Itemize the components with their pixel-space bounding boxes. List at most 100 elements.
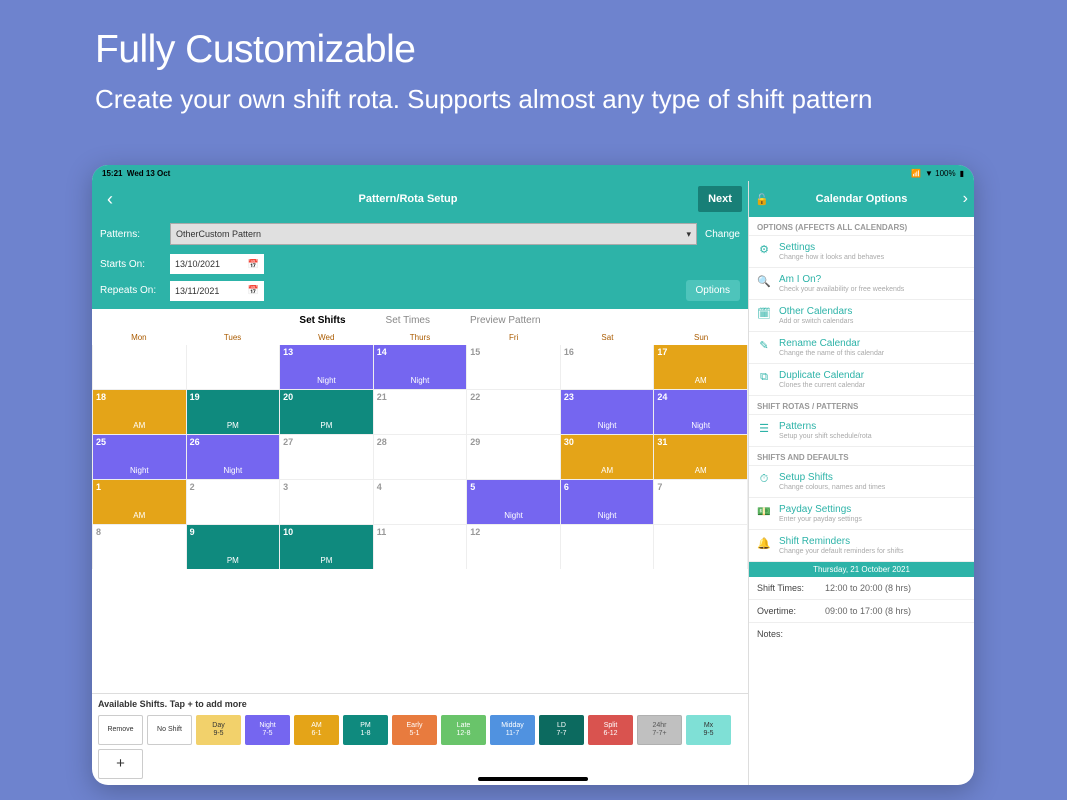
cell-number: 2 bbox=[190, 482, 195, 492]
calendar-cell[interactable]: 10PM bbox=[280, 525, 373, 569]
cell-number: 16 bbox=[564, 347, 574, 357]
calendar-cell[interactable]: 27 bbox=[280, 435, 373, 479]
calendar-cell[interactable] bbox=[93, 345, 186, 389]
option-item[interactable]: 🔍Am I On?Check your availability or free… bbox=[749, 268, 974, 300]
calendar-cell[interactable]: 29 bbox=[467, 435, 560, 479]
calendar-cell[interactable]: 7 bbox=[654, 480, 747, 524]
tab-preview-pattern[interactable]: Preview Pattern bbox=[470, 315, 541, 326]
cell-number: 11 bbox=[377, 527, 387, 537]
calendar-cell[interactable]: 1AM bbox=[93, 480, 186, 524]
cell-shift-label: AM bbox=[133, 421, 145, 434]
shift-chip[interactable]: 24hr7-7+ bbox=[637, 715, 682, 745]
shift-chip[interactable]: Late12-8 bbox=[441, 715, 486, 745]
shift-times-label: Shift Times: bbox=[757, 583, 825, 593]
shift-chip[interactable]: No Shift bbox=[147, 715, 192, 745]
calendar-cell[interactable] bbox=[654, 525, 747, 569]
repeats-on-input[interactable]: 13/11/2021 📅 bbox=[170, 281, 264, 301]
calendar-cell[interactable]: 6Night bbox=[561, 480, 654, 524]
shift-chip[interactable]: Midday11-7 bbox=[490, 715, 535, 745]
calendar-cell[interactable]: 20PM bbox=[280, 390, 373, 434]
chip-title: Night bbox=[259, 722, 275, 730]
shift-chip[interactable]: LD7-7 bbox=[539, 715, 584, 745]
calendar-cell[interactable]: 5Night bbox=[467, 480, 560, 524]
cell-number: 30 bbox=[564, 437, 574, 447]
tab-set-shifts[interactable]: Set Shifts bbox=[299, 315, 345, 326]
calendar-cell[interactable] bbox=[561, 525, 654, 569]
lock-icon[interactable]: 🔓 bbox=[755, 193, 773, 206]
calendar-cell[interactable]: 12 bbox=[467, 525, 560, 569]
change-link[interactable]: Change bbox=[705, 229, 740, 240]
option-item[interactable]: ⚙SettingsChange how it looks and behaves bbox=[749, 236, 974, 268]
calendar-cell[interactable]: 26Night bbox=[187, 435, 280, 479]
option-item[interactable]: ⧉Duplicate CalendarClones the current ca… bbox=[749, 364, 974, 396]
option-item[interactable]: 🔔Shift RemindersChange your default remi… bbox=[749, 530, 974, 562]
overtime-label: Overtime: bbox=[757, 606, 825, 616]
shift-chip[interactable]: Early5-1 bbox=[392, 715, 437, 745]
calendar-cell[interactable]: 9PM bbox=[187, 525, 280, 569]
shift-chip[interactable]: Night7-5 bbox=[245, 715, 290, 745]
calendar-icon: 📅 bbox=[248, 285, 259, 296]
calendar-cell[interactable]: 16 bbox=[561, 345, 654, 389]
chip-title: Remove bbox=[107, 726, 133, 734]
calendar-cell[interactable]: 17AM bbox=[654, 345, 747, 389]
calendar-grid: 13Night14Night151617AM18AM19PM20PM212223… bbox=[92, 345, 748, 569]
calendar-cell[interactable]: 19PM bbox=[187, 390, 280, 434]
shift-chip[interactable]: Remove bbox=[98, 715, 143, 745]
day-header: Sun bbox=[654, 333, 748, 342]
calendar-cell[interactable]: 30AM bbox=[561, 435, 654, 479]
cell-number: 20 bbox=[283, 392, 293, 402]
shift-chip[interactable]: AM6-1 bbox=[294, 715, 339, 745]
calendar-cell[interactable]: 24Night bbox=[654, 390, 747, 434]
option-text: Am I On?Check your availability or free … bbox=[779, 274, 966, 293]
chip-sub: 11-7 bbox=[506, 730, 520, 738]
status-time: 15:21 bbox=[102, 169, 122, 178]
options-section-3: SHIFTS AND DEFAULTS bbox=[749, 447, 974, 466]
calendar-cell[interactable]: 31AM bbox=[654, 435, 747, 479]
option-item[interactable]: 🗓Other CalendarsAdd or switch calendars bbox=[749, 300, 974, 332]
cell-number: 28 bbox=[377, 437, 387, 447]
option-text: Shift RemindersChange your default remin… bbox=[779, 536, 966, 555]
shift-chip[interactable]: PM1-8 bbox=[343, 715, 388, 745]
cell-number: 18 bbox=[96, 392, 106, 402]
calendar-cell[interactable]: 11 bbox=[374, 525, 467, 569]
next-button[interactable]: Next bbox=[698, 186, 742, 212]
calendar-cell[interactable]: 4 bbox=[374, 480, 467, 524]
calendar-cell[interactable]: 15 bbox=[467, 345, 560, 389]
calendar-cell[interactable]: 13Night bbox=[280, 345, 373, 389]
shift-chip[interactable]: Split6-12 bbox=[588, 715, 633, 745]
option-item[interactable]: 💵Payday SettingsEnter your payday settin… bbox=[749, 498, 974, 530]
tablet-frame: 15:21 Wed 13 Oct 📶▼ 100%▮ ‹ Pattern/Rota… bbox=[92, 165, 974, 785]
promo-subtitle: Create your own shift rota. Supports alm… bbox=[95, 84, 873, 115]
event-date-bar: Thursday, 21 October 2021 bbox=[749, 562, 974, 577]
calendar-cell[interactable]: 2 bbox=[187, 480, 280, 524]
calendar-cell[interactable]: 8 bbox=[93, 525, 186, 569]
option-item[interactable]: ☰PatternsSetup your shift schedule/rota bbox=[749, 415, 974, 447]
shift-chip[interactable]: Mx9-5 bbox=[686, 715, 731, 745]
forward-button[interactable]: › bbox=[950, 190, 968, 208]
home-indicator[interactable] bbox=[478, 777, 588, 781]
calendar-cell[interactable]: 14Night bbox=[374, 345, 467, 389]
calendar-cell[interactable]: 25Night bbox=[93, 435, 186, 479]
day-header: Tues bbox=[186, 333, 280, 342]
shift-chips-row: Remove No ShiftDay9-5Night7-5AM6-1PM1-8Ea… bbox=[92, 711, 748, 785]
calendar-cell[interactable]: 28 bbox=[374, 435, 467, 479]
chip-title: PM bbox=[360, 722, 371, 730]
tab-set-times[interactable]: Set Times bbox=[386, 315, 430, 326]
calendar-cell[interactable]: 3 bbox=[280, 480, 373, 524]
option-item[interactable]: ⏱Setup ShiftsChange colours, names and t… bbox=[749, 466, 974, 498]
cell-shift-label: PM bbox=[320, 556, 332, 569]
starts-on-input[interactable]: 13/10/2021 📅 bbox=[170, 254, 264, 274]
calendar-cell[interactable]: 22 bbox=[467, 390, 560, 434]
calendar-cell[interactable]: 18 AM bbox=[93, 390, 186, 434]
back-button[interactable]: ‹ bbox=[98, 189, 122, 210]
shift-chip[interactable]: Day9-5 bbox=[196, 715, 241, 745]
options-button[interactable]: Options bbox=[686, 280, 740, 301]
option-item[interactable]: ✎Rename CalendarChange the name of this … bbox=[749, 332, 974, 364]
patterns-select[interactable]: OtherCustom Pattern ▾ bbox=[170, 223, 697, 245]
calendar-cell[interactable]: 21 bbox=[374, 390, 467, 434]
option-label: Settings bbox=[779, 242, 966, 254]
add-shift-button[interactable]: + bbox=[98, 749, 143, 779]
calendar-cell[interactable] bbox=[187, 345, 280, 389]
cell-number: 3 bbox=[283, 482, 288, 492]
calendar-cell[interactable]: 23Night bbox=[561, 390, 654, 434]
